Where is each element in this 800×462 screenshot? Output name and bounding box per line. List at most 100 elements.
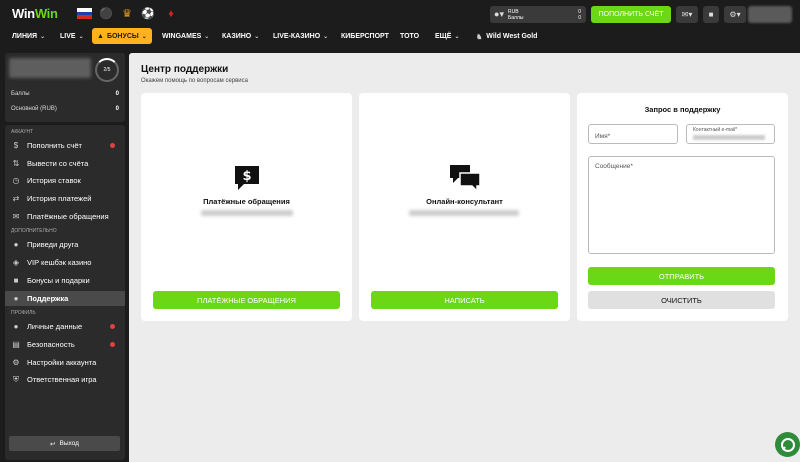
notification-dot: [110, 342, 115, 347]
chevron-down-icon: ⌄: [40, 34, 46, 40]
trophy-promo-icon[interactable]: ♛: [121, 7, 133, 20]
invite-friend-icon: ●: [13, 240, 19, 249]
nav-line[interactable]: ЛИНИЯ ⌄: [12, 27, 45, 46]
chevron-down-icon: ⌄: [323, 34, 329, 40]
gift-button[interactable]: ■: [703, 6, 719, 23]
sidebar-item-security[interactable]: ▤ Безопасность: [5, 337, 125, 352]
nav-toto[interactable]: ТОТО: [400, 27, 419, 46]
game-promo-icon[interactable]: ♦: [165, 7, 177, 20]
fire-promo-icon[interactable]: ⚫: [99, 7, 113, 20]
russia-flag-icon[interactable]: [77, 8, 92, 19]
payment-chat-icon: $: [141, 163, 352, 200]
sports-promo-icon[interactable]: ⚽: [141, 7, 155, 20]
mail-icon: ✉▾: [681, 10, 693, 19]
notification-dot: [110, 324, 115, 329]
payment-requests-icon: ✉: [12, 212, 20, 221]
gear-icon: ⚙: [12, 358, 20, 367]
nav-esports[interactable]: КИБЕРСПОРТ: [341, 27, 389, 46]
horseshoe-icon: ♞: [476, 33, 483, 41]
nav-live-casino[interactable]: LIVE-КАЗИНО ⌄: [273, 27, 328, 46]
support-icon: ●: [13, 294, 19, 303]
chat-icon: [780, 437, 795, 452]
dollar-icon: $: [13, 141, 19, 150]
main-nav: ЛИНИЯ ⌄ LIVE ⌄ ▲ БОНУСЫ ⌄ WINGAMES ⌄ КАЗИНО ⌄ …: [0, 27, 800, 46]
nav-bonuses[interactable]: ▲ БОНУСЫ ⌄: [92, 28, 152, 44]
sidebar-item-personal-data[interactable]: ● Личные данные: [5, 319, 125, 334]
sidebar-item-withdraw[interactable]: ⇅ Вывести со счёта: [5, 156, 125, 171]
gift-icon: ■: [708, 10, 714, 19]
lock-icon: ▤: [12, 340, 20, 349]
user-icon: ●▾: [494, 9, 504, 19]
profile-card: 2/5 Баллы 0 Основной (RUB) 0: [5, 53, 125, 122]
email-field[interactable]: Контактный e-mail*: [686, 124, 775, 144]
clear-button[interactable]: ОЧИСТИТЬ: [588, 291, 775, 309]
live-chat-button[interactable]: [775, 432, 800, 457]
card-description: [201, 210, 293, 216]
vip-icon: ◈: [12, 258, 20, 267]
notification-dot: [110, 143, 115, 148]
sidebar-item-bonuses-gifts[interactable]: ■ Бонусы и подарки: [5, 273, 125, 288]
history-icon: ◷: [12, 176, 20, 185]
write-button[interactable]: НАПИСАТЬ: [371, 291, 558, 309]
submit-button[interactable]: ОТПРАВИТЬ: [588, 267, 775, 285]
shield-icon: ⛨: [13, 374, 19, 384]
nav-casino[interactable]: КАЗИНО ⌄: [222, 27, 259, 46]
sidebar-item-invite-friend[interactable]: ● Приведи друга: [5, 237, 125, 252]
account-menu: Аккаунт $ Пополнить счёт ⇅ Вывести со счёт…: [5, 125, 125, 460]
chevron-down-icon: ⌄: [204, 34, 210, 40]
email-value: [693, 135, 765, 140]
sidebar-item-payment-requests[interactable]: ✉ Платёжные обращения: [5, 209, 125, 224]
sidebar-item-bet-history[interactable]: ◷ История ставок: [5, 173, 125, 188]
logout-icon: ↩: [50, 440, 56, 448]
card-description: [409, 210, 519, 216]
payment-requests-button[interactable]: ПЛАТЁЖНЫЕ ОБРАЩЕНИЯ: [153, 291, 340, 309]
winwin-logo[interactable]: WinWin: [12, 6, 58, 21]
main-balance-row: Основной (RUB) 0: [11, 106, 119, 112]
message-input[interactable]: [589, 157, 774, 253]
online-consultant-card: Онлайн-консультант НАПИСАТЬ: [359, 93, 570, 321]
chevron-down-icon: ⌄: [78, 34, 84, 40]
chevron-down-icon: ⌄: [454, 34, 460, 40]
email-label: Контактный e-mail*: [693, 127, 738, 133]
chat-bubbles-icon: [359, 163, 570, 200]
support-request-form: Запрос в поддержку Контактный e-mail* ОТ…: [577, 93, 788, 321]
sidebar-item-responsible-gaming[interactable]: ⛨ Ответственная игра: [5, 372, 125, 387]
payment-requests-card: $ Платёжные обращения ПЛАТЁЖНЫЕ ОБРАЩЕНИ…: [141, 93, 352, 321]
profile-name: [9, 58, 91, 78]
message-field[interactable]: [588, 156, 775, 254]
sidebar-item-account-settings[interactable]: ⚙ Настройки аккаунта: [5, 355, 125, 370]
mail-button[interactable]: ✉▾: [676, 6, 698, 23]
gift-icon: ■: [13, 276, 19, 285]
page-subtitle: Окажем помощь по вопросам сервиса: [141, 78, 248, 84]
points-value: 0: [578, 14, 581, 21]
chevron-down-icon: ⌄: [254, 34, 260, 40]
deposit-button[interactable]: ПОПОЛНИТЬ СЧЁТ: [591, 6, 671, 23]
top-header: WinWin ⚫ ♛ ⚽ ♦ ●▾ RUB Баллы 0 0 ПОПОЛНИТ…: [0, 0, 800, 27]
nav-wingames[interactable]: WINGAMES ⌄: [162, 27, 209, 46]
balance-widget[interactable]: ●▾ RUB Баллы 0 0: [490, 6, 586, 23]
nav-live[interactable]: LIVE ⌄: [60, 27, 84, 46]
points-label: Баллы: [508, 14, 524, 21]
section-account: Аккаунт: [11, 129, 34, 135]
settings-button[interactable]: ⚙▾: [724, 6, 746, 23]
section-profile: Профиль: [11, 310, 36, 316]
nav-wild-west-gold[interactable]: ♞ Wild West Gold: [476, 27, 537, 46]
logout-button[interactable]: ↩ Выход: [9, 436, 120, 451]
sidebar-item-payment-history[interactable]: ⇄ История платежей: [5, 191, 125, 206]
account-id[interactable]: [748, 6, 792, 23]
fire-icon: ▲: [97, 32, 104, 40]
support-center: Центр поддержки Окажем помощь по вопроса…: [129, 53, 800, 462]
nav-more[interactable]: ЕЩЁ ⌄: [435, 27, 460, 46]
name-input[interactable]: [589, 127, 677, 146]
chevron-down-icon: ⌄: [141, 33, 147, 40]
sidebar-item-deposit[interactable]: $ Пополнить счёт: [5, 138, 125, 153]
form-title: Запрос в поддержку: [644, 105, 721, 114]
name-field[interactable]: [588, 124, 678, 146]
card-title: Онлайн-консультант: [426, 197, 503, 206]
card-title: Платёжные обращения: [203, 197, 290, 206]
level-badge: 2/5: [95, 58, 119, 82]
sidebar-item-support[interactable]: ● Поддержка: [5, 291, 125, 306]
section-extra: Дополнительно: [11, 228, 57, 234]
sidebar-item-vip-cashback[interactable]: ◈ VIP кешбэк казино: [5, 255, 125, 270]
svg-text:$: $: [242, 169, 251, 184]
